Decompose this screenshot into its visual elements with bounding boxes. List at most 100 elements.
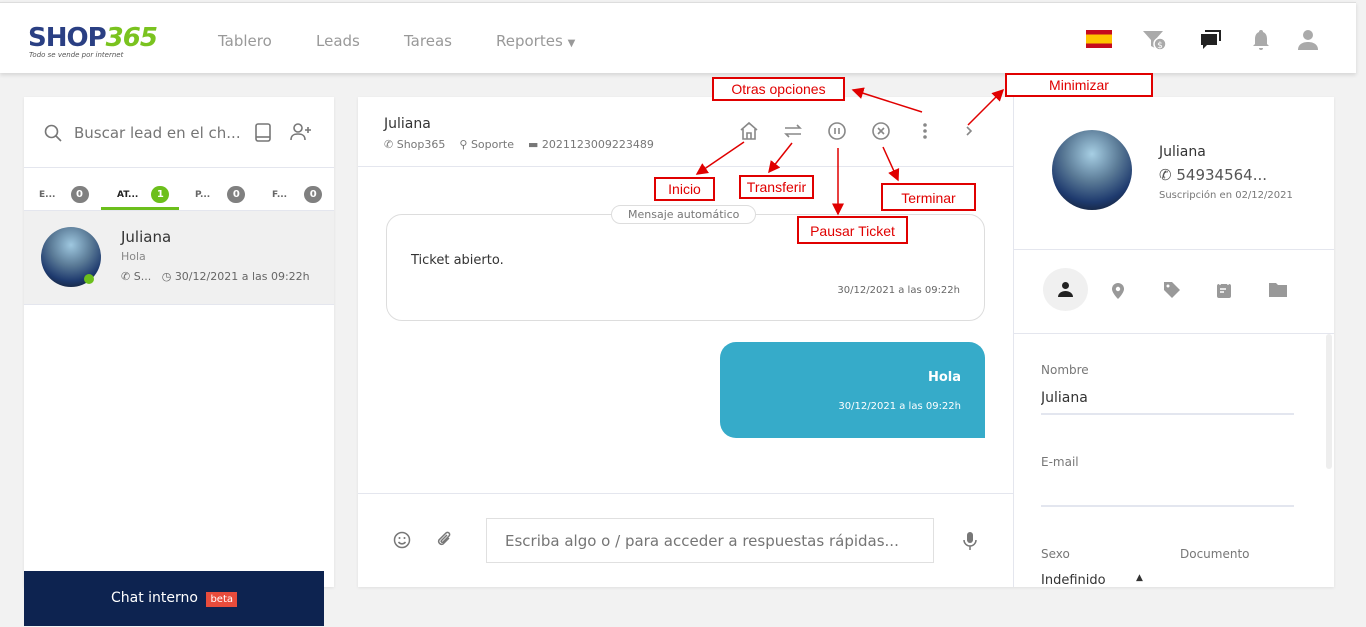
name-field[interactable]: [1041, 386, 1294, 410]
lead-time: 30/12/2021 a las 09:22h: [174, 270, 310, 283]
message-time: 30/12/2021 a las 09:22h: [837, 285, 960, 296]
bell-icon[interactable]: [1249, 29, 1273, 51]
more-options-button[interactable]: [915, 121, 935, 141]
divider: [1013, 97, 1014, 587]
divider: [358, 166, 1013, 167]
annotation-minimizar: Minimizar: [1005, 73, 1153, 97]
top-navbar: SHOP365 Todo se vende por internet Tabler…: [0, 2, 1356, 73]
attachment-button[interactable]: [436, 530, 454, 548]
tab-personal-data[interactable]: [1043, 268, 1088, 311]
annotation-otras-opciones: Otras opciones: [712, 77, 845, 101]
transfer-button[interactable]: [783, 121, 803, 141]
nav-reportes[interactable]: Reportes ▼: [496, 32, 575, 50]
message-input[interactable]: [486, 518, 934, 563]
outgoing-message: Hola 30/12/2021 a las 09:22h: [720, 342, 985, 438]
whatsapp-icon: ✆: [1159, 166, 1172, 184]
tab-p[interactable]: P... 0: [195, 182, 246, 203]
location-icon[interactable]: [1110, 282, 1126, 300]
department-icon: ⚲: [459, 138, 468, 151]
tab-at[interactable]: AT... 1: [117, 182, 170, 203]
divider: [1014, 333, 1334, 334]
message-time: 30/12/2021 a las 09:22h: [838, 401, 961, 412]
internal-chat-label: Chat interno: [111, 590, 198, 606]
tag-icon[interactable]: [1163, 281, 1181, 299]
tab-label: AT...: [117, 190, 139, 200]
chat-channel: Shop365: [396, 138, 446, 151]
add-user-icon[interactable]: [290, 122, 312, 142]
count-badge: 0: [304, 186, 323, 203]
divider: [358, 493, 1013, 494]
chat-department: Soporte: [470, 138, 514, 151]
minimize-button[interactable]: [959, 121, 979, 141]
nav-reportes-label: Reportes: [496, 32, 563, 50]
ticket-number: 2021123009223489: [541, 138, 654, 151]
profile-name: Juliana: [1159, 144, 1206, 160]
spain-flag-icon[interactable]: [1086, 30, 1112, 48]
chat-meta: ✆ Shop365 ⚲ Soporte ▬ 2021123009223489: [384, 138, 654, 151]
name-label: Nombre: [1041, 363, 1089, 377]
lead-name: Juliana: [121, 228, 172, 246]
phone-value: 54934564...: [1176, 166, 1268, 184]
leads-sidebar: E... 0 AT... 1 P... 0 F... 0 Juliana Hol…: [24, 97, 334, 587]
pause-ticket-button[interactable]: [827, 121, 847, 141]
clock-icon: ◷: [161, 270, 172, 283]
person-icon: [1058, 282, 1073, 297]
message-text: Hola: [927, 370, 961, 385]
funnel-dollar-icon[interactable]: $: [1143, 29, 1167, 51]
chat-icon[interactable]: [1200, 29, 1224, 51]
user-icon[interactable]: [1296, 29, 1320, 51]
lead-last-message: Hola: [121, 250, 146, 263]
annotation-terminar: Terminar: [881, 183, 976, 211]
beta-badge: beta: [206, 592, 237, 607]
calendar-icon[interactable]: [1216, 281, 1232, 299]
online-status-dot: [84, 274, 94, 284]
search-icon: [44, 124, 62, 142]
sex-value: Indefinido: [1041, 573, 1106, 587]
auto-message-label: Mensaje automático: [611, 205, 757, 224]
svg-text:$: $: [1157, 41, 1163, 51]
divider: [1014, 249, 1334, 250]
annotation-inicio: Inicio: [654, 177, 715, 201]
home-button[interactable]: [739, 121, 759, 141]
sex-label: Sexo: [1041, 547, 1070, 561]
tab-label: P...: [195, 190, 211, 200]
annotation-pausar-ticket: Pausar Ticket: [797, 216, 908, 244]
message-text: Ticket abierto.: [411, 253, 504, 268]
nav-leads[interactable]: Leads: [316, 32, 360, 50]
microphone-button[interactable]: [962, 531, 978, 551]
whatsapp-icon: ✆: [384, 138, 394, 151]
lead-channel: S...: [133, 270, 152, 283]
logo[interactable]: SHOP365 Todo se vende por internet: [28, 23, 158, 59]
caret-down-icon: ▼: [567, 38, 576, 49]
profile-phone: ✆ 54934564...: [1159, 166, 1267, 184]
ticket-icon: ▬: [527, 138, 539, 151]
end-ticket-button[interactable]: [871, 121, 891, 141]
count-badge: 0: [70, 186, 89, 203]
tab-e[interactable]: E... 0: [39, 182, 89, 203]
tab-label: F...: [272, 190, 288, 200]
email-underline: [1041, 505, 1294, 507]
whatsapp-icon: ✆: [121, 270, 131, 283]
status-tabs: E... 0 AT... 1 P... 0 F... 0: [24, 168, 334, 210]
book-icon[interactable]: [254, 123, 272, 143]
emoji-button[interactable]: [393, 531, 411, 549]
nav-tareas[interactable]: Tareas: [404, 32, 452, 50]
email-label: E-mail: [1041, 455, 1079, 469]
lead-meta: ✆ S... ◷ 30/12/2021 a las 09:22h: [121, 270, 310, 283]
profile-avatar: [1052, 130, 1132, 210]
tab-f[interactable]: F... 0: [272, 182, 323, 203]
annotation-transferir: Transferir: [739, 175, 814, 199]
chat-contact-name: Juliana: [384, 116, 431, 132]
email-field[interactable]: [1041, 478, 1294, 502]
caret-up-icon: ▲: [1136, 573, 1143, 583]
nav-tablero[interactable]: Tablero: [218, 32, 272, 50]
internal-chat-button[interactable]: Chat interno beta: [24, 571, 324, 626]
folder-icon[interactable]: [1268, 282, 1288, 298]
tab-label: E...: [39, 190, 56, 200]
count-badge: 1: [151, 186, 170, 203]
profile-scrollbar[interactable]: [1326, 334, 1332, 469]
search-lead-input[interactable]: [74, 121, 244, 145]
sex-select[interactable]: Indefinido ▲: [1041, 573, 1151, 587]
lead-list-item[interactable]: Juliana Hola ✆ S... ◷ 30/12/2021 a las 0…: [24, 210, 334, 305]
subscription-date: Suscripción en 02/12/2021: [1159, 190, 1293, 201]
